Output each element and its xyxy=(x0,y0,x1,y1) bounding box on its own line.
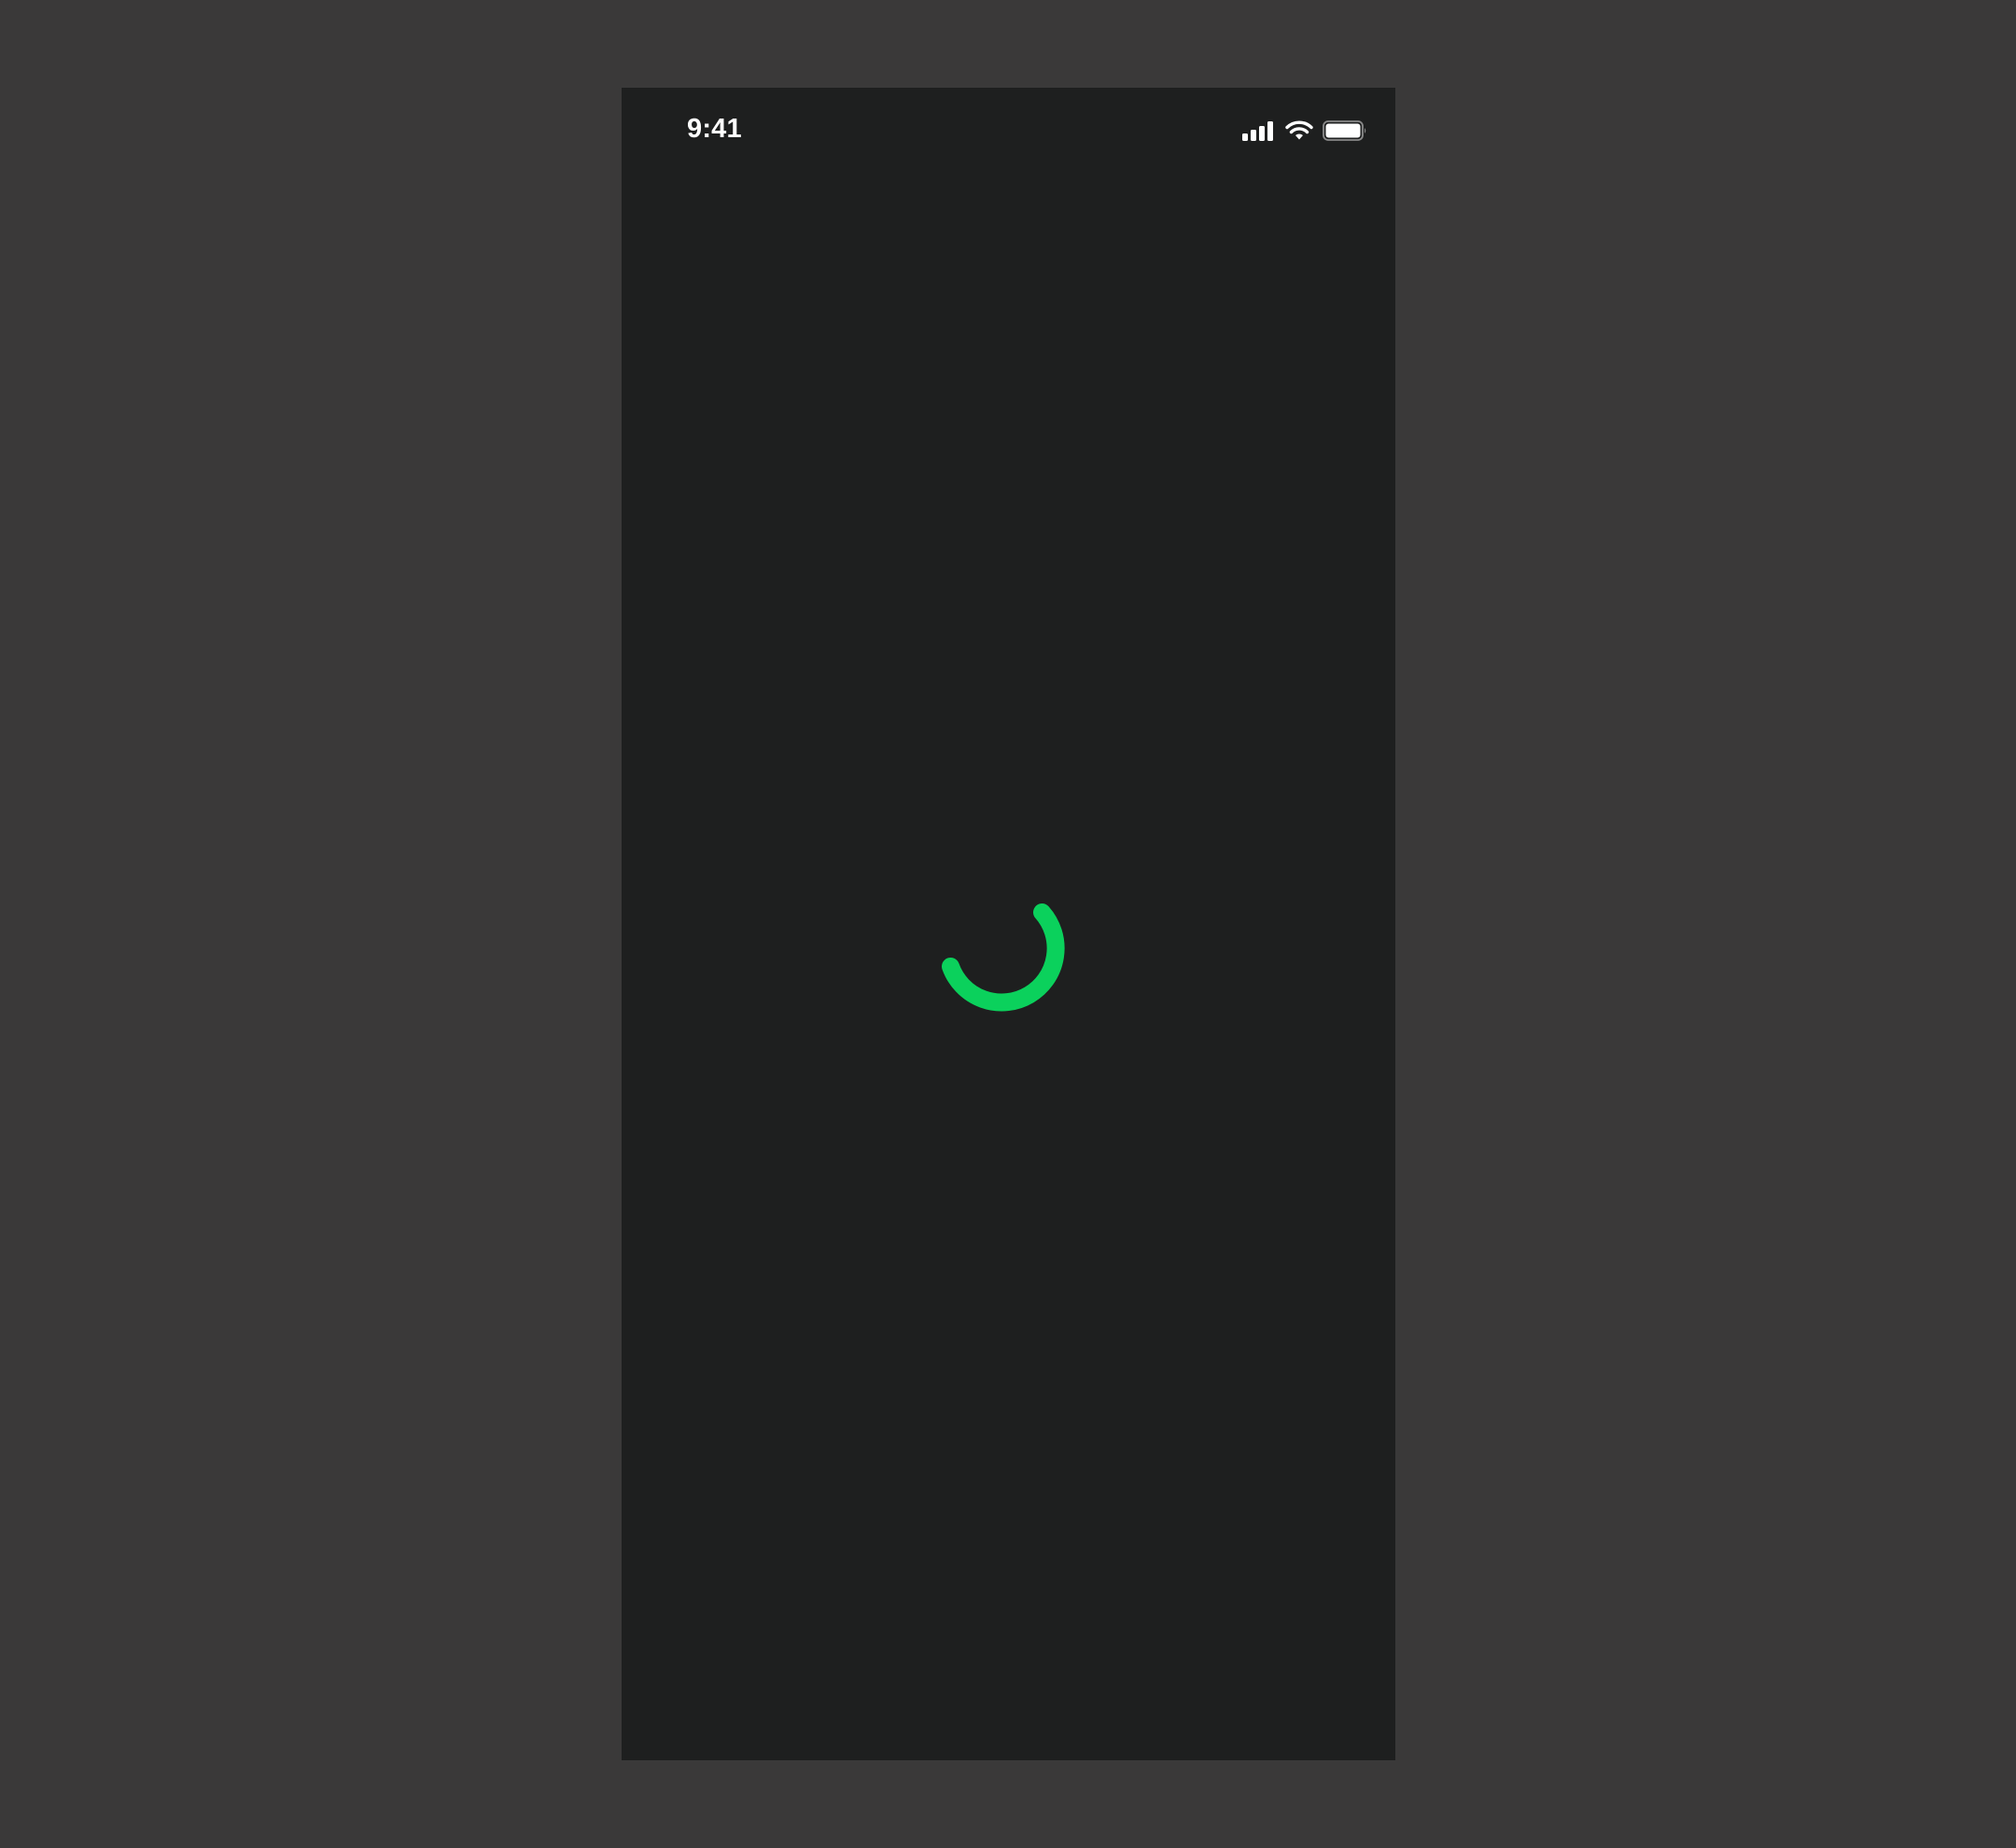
phone-screen: 9:41 xyxy=(622,88,1395,1760)
cellular-signal-icon xyxy=(1242,120,1276,141)
status-time: 9:41 xyxy=(687,114,742,144)
wifi-icon xyxy=(1285,120,1313,141)
canvas-backdrop: 9:41 xyxy=(0,0,2016,1848)
loading-spinner xyxy=(942,903,1065,1012)
status-icons xyxy=(1242,119,1367,142)
battery-icon xyxy=(1323,119,1367,142)
status-bar: 9:41 xyxy=(622,88,1395,175)
spinner-arc xyxy=(942,903,1065,1012)
